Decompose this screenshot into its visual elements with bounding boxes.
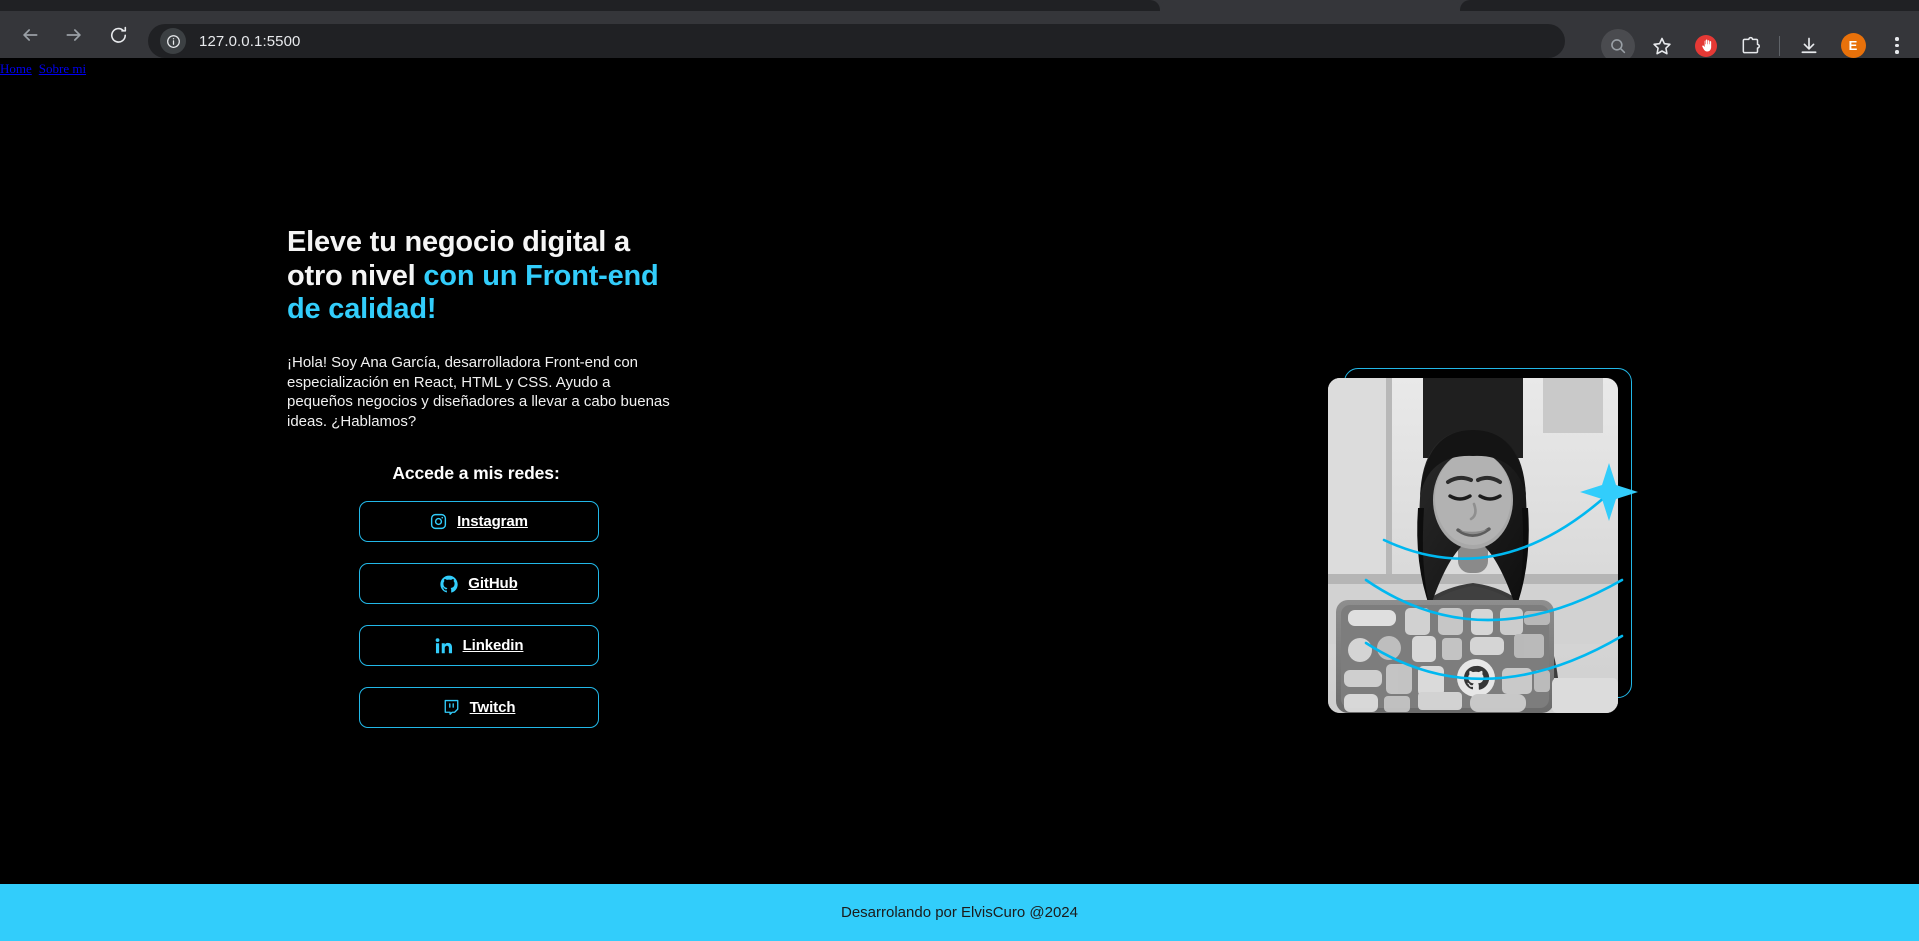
page-footer: Desarrolando por ElvisCuro @2024 xyxy=(0,884,1919,941)
tab-strip xyxy=(0,0,1919,11)
social-links-list: Instagram GitHub Linkedin Twitch xyxy=(287,501,687,729)
back-button[interactable] xyxy=(13,18,47,52)
address-bar[interactable]: 127.0.0.1:5500 xyxy=(148,24,1565,58)
github-icon xyxy=(440,575,458,593)
forward-arrow-icon xyxy=(66,28,81,41)
browser-toolbar: 127.0.0.1:5500 E xyxy=(0,11,1919,63)
hero-photo-block xyxy=(1328,368,1638,713)
forward-button[interactable] xyxy=(57,18,91,52)
hero-description: ¡Hola! Soy Ana García, desarrolladora Fr… xyxy=(287,353,670,431)
social-button-instagram[interactable]: Instagram xyxy=(359,501,599,543)
twitch-icon xyxy=(444,699,458,716)
social-button-github[interactable]: GitHub xyxy=(359,563,599,605)
search-icon xyxy=(1611,38,1626,53)
reload-button[interactable] xyxy=(101,18,135,52)
socials-heading: Accede a mis redes: xyxy=(392,463,560,484)
address-bar-url[interactable]: 127.0.0.1:5500 xyxy=(199,33,301,50)
reload-icon xyxy=(110,26,126,43)
page-title: Eleve tu negocio digital a otro nivel co… xyxy=(287,226,687,327)
star-icon xyxy=(1653,37,1671,54)
puzzle-piece-icon xyxy=(1742,36,1760,53)
profile-photo xyxy=(1328,378,1618,713)
back-arrow-icon xyxy=(23,28,38,41)
social-button-label: GitHub xyxy=(468,575,518,593)
site-info-button[interactable] xyxy=(160,28,186,54)
download-icon xyxy=(1801,37,1817,53)
info-icon xyxy=(166,34,180,48)
social-button-linkedin[interactable]: Linkedin xyxy=(359,625,599,667)
social-button-label: Instagram xyxy=(457,513,528,531)
tab-strip-left-gap xyxy=(0,0,1160,11)
social-button-twitch[interactable]: Twitch xyxy=(359,687,599,729)
adblock-badge xyxy=(1695,34,1717,57)
social-button-label: Twitch xyxy=(469,699,516,717)
hero-section: Eleve tu negocio digital a otro nivel co… xyxy=(0,58,1919,884)
browser-chrome: 127.0.0.1:5500 E xyxy=(0,0,1919,63)
linkedin-icon xyxy=(435,637,452,653)
toolbar-divider xyxy=(1779,35,1780,56)
browser-tab[interactable] xyxy=(1160,0,1460,11)
hero-text-column: Eleve tu negocio digital a otro nivel co… xyxy=(287,226,687,729)
tab-strip-right-gap xyxy=(1460,0,1919,11)
footer-text: Desarrolando por ElvisCuro @2024 xyxy=(840,904,1078,921)
avatar: E xyxy=(1840,33,1866,58)
instagram-icon xyxy=(431,513,447,530)
hand-icon xyxy=(1701,39,1711,52)
photo-illustration xyxy=(1328,378,1618,713)
social-button-label: Linkedin xyxy=(462,637,524,655)
three-dots-icon xyxy=(1895,37,1899,54)
page-viewport: Home Sobre mi Eleve tu negocio digital a … xyxy=(0,58,1919,941)
